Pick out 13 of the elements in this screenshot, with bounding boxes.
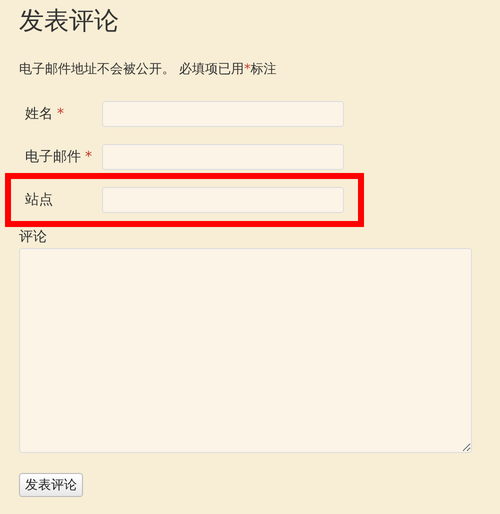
required-mark: * — [57, 106, 64, 122]
field-label: 电子邮件 — [25, 148, 81, 166]
input-field[interactable] — [102, 101, 344, 127]
input-field[interactable] — [102, 187, 344, 213]
field-label: 站点 — [25, 191, 53, 209]
comment-field[interactable] — [19, 248, 472, 453]
field-label: 评论 — [19, 228, 48, 246]
field-label: 姓名 — [25, 105, 53, 123]
input-field[interactable] — [102, 144, 344, 170]
submit-button[interactable]: 发表评论 — [19, 473, 83, 497]
form-title: 发表评论 — [18, 5, 120, 37]
required-mark: * — [85, 149, 92, 165]
notice-text: 电子邮件地址不会被公开。 必填项已用*标注 — [19, 61, 278, 78]
